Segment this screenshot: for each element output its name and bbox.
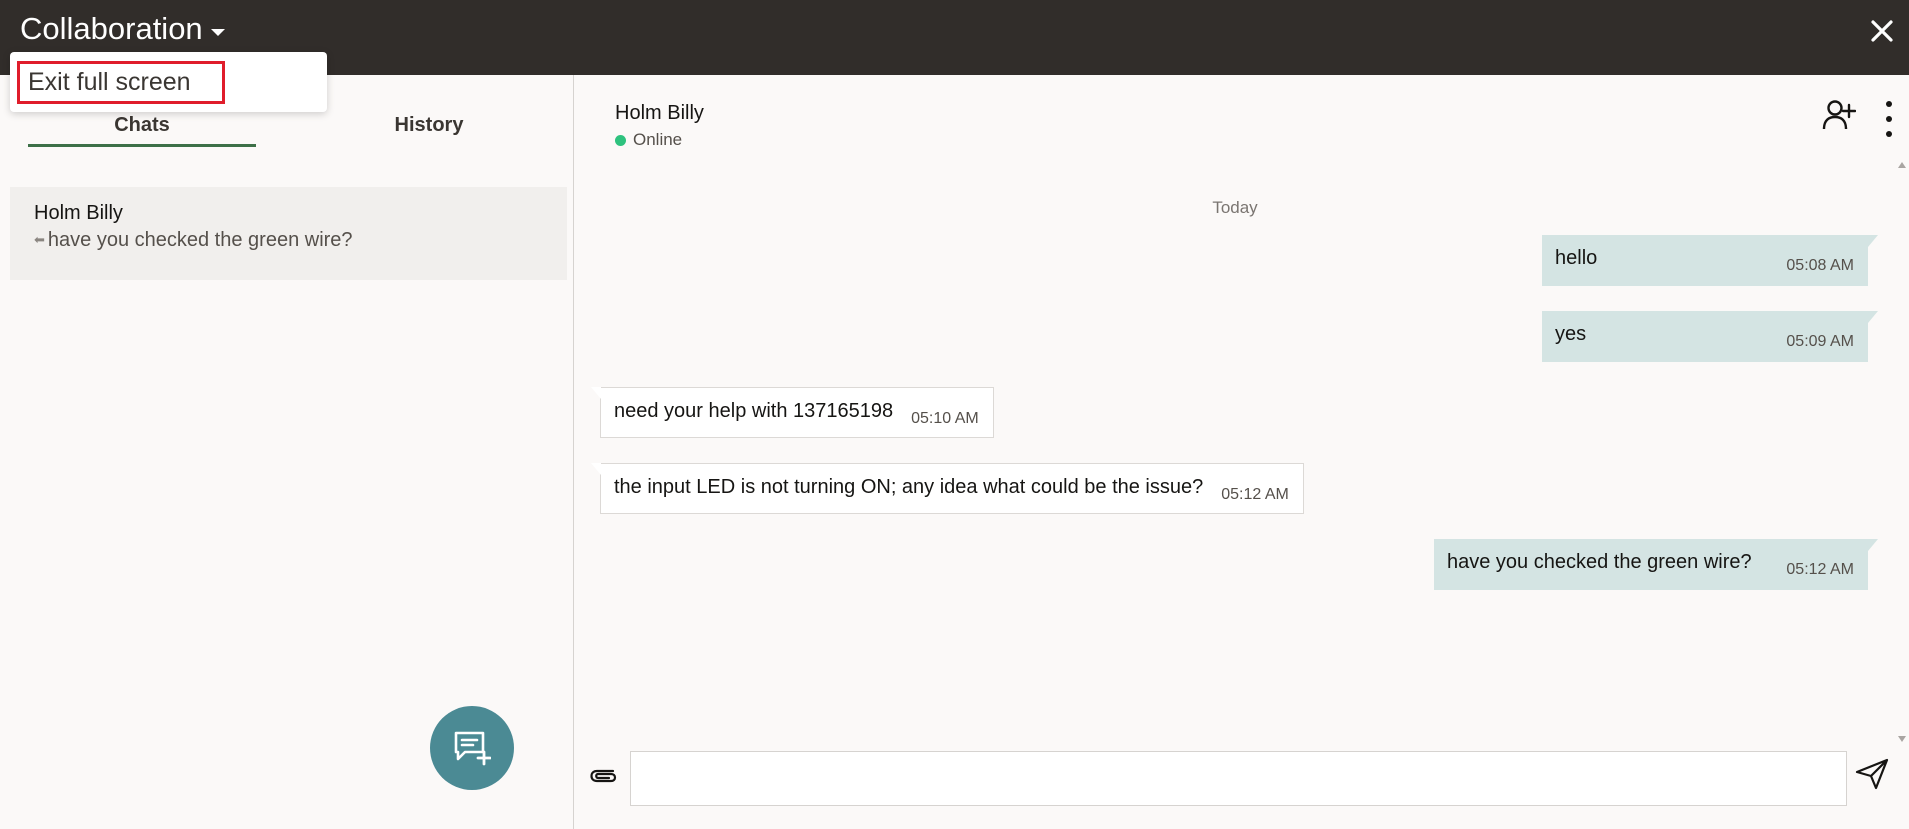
message-text: hello — [1555, 247, 1598, 269]
more-vertical-icon — [1886, 101, 1892, 107]
send-button[interactable] — [1852, 754, 1892, 794]
online-status-dot — [615, 134, 626, 146]
send-icon — [1855, 758, 1889, 790]
scroll-up-arrow-icon[interactable] — [1898, 162, 1906, 168]
close-button[interactable] — [1865, 14, 1899, 48]
conversation-panel: Holm Billy Online Today hello 05:08 AM y… — [575, 75, 1909, 829]
close-icon — [1871, 20, 1893, 42]
chat-item-name: Holm Billy — [34, 202, 123, 224]
message-bubble-incoming: the input LED is not turning ON; any ide… — [591, 463, 1304, 514]
presence-status-text: Online — [633, 130, 683, 149]
add-user-icon — [1822, 100, 1856, 130]
chat-item-preview: ⬅ have you checked the green wire? — [34, 225, 543, 255]
message-bubble-outgoing: hello 05:08 AM — [1542, 235, 1878, 286]
message-bubble-outgoing: yes 05:09 AM — [1542, 311, 1878, 362]
message-timestamp: 05:10 AM — [911, 410, 979, 427]
caret-down-icon — [210, 28, 225, 36]
new-chat-icon — [454, 731, 491, 766]
more-options-button[interactable] — [1877, 99, 1901, 139]
message-bubble-outgoing: have you checked the green wire? 05:12 A… — [1434, 539, 1878, 590]
message-timestamp: 05:12 AM — [1221, 486, 1289, 503]
message-text: yes — [1555, 323, 1587, 345]
message-timestamp: 05:12 AM — [1786, 561, 1854, 578]
message-text: the input LED is not turning ON; any ide… — [614, 476, 1204, 498]
chat-list-panel: Chats History Holm Billy ⬅ have you chec… — [0, 75, 574, 829]
message-text: have you checked the green wire? — [1447, 551, 1752, 573]
date-separator: Today — [1212, 198, 1258, 217]
new-chat-button[interactable] — [430, 706, 514, 790]
add-participant-button[interactable] — [1819, 95, 1859, 135]
tab-history[interactable]: History — [315, 107, 543, 147]
contact-name: Holm Billy — [615, 102, 704, 124]
attach-icon — [590, 769, 617, 783]
message-bubble-incoming: need your help with 137165198 05:10 AM — [591, 387, 994, 438]
attach-button[interactable] — [585, 757, 621, 793]
message-timestamp: 05:08 AM — [1786, 257, 1854, 274]
chat-list-item[interactable]: Holm Billy ⬅ have you checked the green … — [10, 187, 567, 280]
message-timestamp: 05:09 AM — [1786, 333, 1854, 350]
chat-item-preview-text: have you checked the green wire? — [47, 229, 353, 251]
message-text: need your help with 137165198 — [614, 400, 894, 422]
app-title: Collaboration — [20, 11, 203, 46]
message-composer — [575, 742, 1909, 829]
tab-chats[interactable]: Chats — [28, 107, 256, 147]
message-input[interactable] — [630, 751, 1847, 806]
app-title-menu[interactable]: Collaboration — [20, 11, 225, 47]
presence-status: Online — [615, 130, 682, 150]
messages-scrollbar[interactable] — [1895, 162, 1909, 742]
reply-arrow-icon: ⬅ — [34, 232, 45, 247]
title-dropdown-menu: Exit full screen — [10, 52, 327, 112]
menu-item-exit-full-screen[interactable]: Exit full screen — [17, 61, 225, 104]
